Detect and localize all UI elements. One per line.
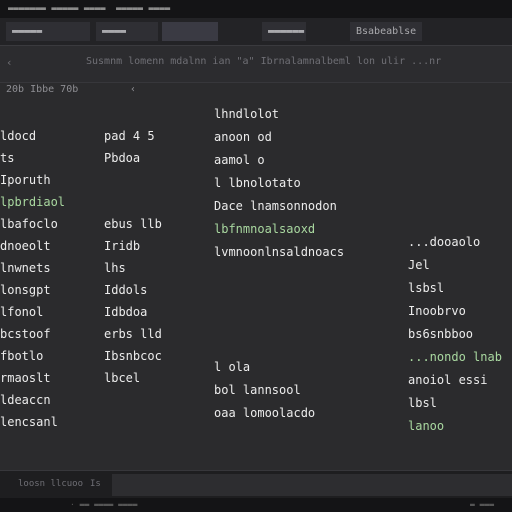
- col3-line: lhndlolot: [214, 107, 280, 121]
- col2-line: Ibsnbcoc: [104, 349, 162, 363]
- col2-line: pad 4 5: [104, 129, 155, 143]
- col2-line: Iridb: [104, 239, 141, 253]
- col1-line: lbafoclo: [0, 217, 58, 231]
- col1-line: fbotlo: [0, 349, 44, 363]
- code-editor[interactable]: ldocd ts Iporuth lpbrdiaol lbafoclo dnoeol…: [0, 100, 512, 472]
- col1-line: ldeaccn: [0, 393, 51, 407]
- tab-5[interactable]: Bsabeablse: [350, 22, 422, 41]
- col4-line: lanoo: [408, 419, 445, 433]
- tab-1-label: ▬▬▬▬▬: [12, 26, 43, 37]
- col1-line: lpbrdiaol: [0, 195, 66, 209]
- toolbar: ‹ Susmnm lomenn mdalnn ian "a" Ibrnalamn…: [0, 46, 512, 83]
- col3-line: l ola: [214, 360, 251, 374]
- col4-line: ...nondo lnab: [408, 350, 502, 364]
- gutter-header: 20b Ibbe 70b ‹: [0, 82, 512, 98]
- col3-line: bol lannsool: [214, 383, 301, 397]
- col2-line: ebus llb: [104, 217, 162, 231]
- col4-line: lsbsl: [408, 281, 445, 295]
- col4-line: bs6snbboo: [408, 327, 474, 341]
- col3-line: l lbnolotato: [214, 176, 301, 190]
- tab-4[interactable]: ▬▬▬▬▬▬: [262, 22, 306, 41]
- col4-line: Jel: [408, 258, 430, 272]
- tab-bar: ▬▬▬▬▬ ▬▬▬▬ ▬▬▬▬▬▬ Bsabeablse: [0, 18, 512, 46]
- col2-line: Pbdoa: [104, 151, 141, 165]
- col1-line: bcstoof: [0, 327, 51, 341]
- col4-line: ...dooaolo: [408, 235, 481, 249]
- menu-left[interactable]: ▬▬▬▬▬▬▬ ▬▬▬▬▬ ▬▬▬▬: [8, 0, 106, 18]
- menu-right[interactable]: ▬▬▬▬▬ ▬▬▬▬: [116, 0, 170, 18]
- col3-line: oaa lomoolacdo: [214, 406, 316, 420]
- col2-line: lbcel: [104, 371, 141, 385]
- col4-line: Inoobrvo: [408, 304, 466, 318]
- col2-line: Iddols: [104, 283, 148, 297]
- col2-line: lhs: [104, 261, 126, 275]
- col1-line: lencsanl: [0, 415, 58, 429]
- col3-line: aamol o: [214, 153, 265, 167]
- status-panel: [112, 474, 512, 496]
- menu-bar: ▬▬▬▬▬▬▬ ▬▬▬▬▬ ▬▬▬▬ ▬▬▬▬▬ ▬▬▬▬: [0, 0, 512, 18]
- col1-line: rmaoslt: [0, 371, 51, 385]
- col1-line: lonsgpt: [0, 283, 51, 297]
- tab-1[interactable]: ▬▬▬▬▬: [6, 22, 90, 41]
- col1-line: lfonol: [0, 305, 44, 319]
- col1-line: lnwnets: [0, 261, 51, 275]
- col2-line: Idbdoa: [104, 305, 148, 319]
- tab-3-active[interactable]: [162, 22, 218, 41]
- bottom-right: ▬ ▬▬▬: [470, 500, 495, 509]
- col1-line: ts: [0, 151, 15, 165]
- tab-4-label: ▬▬▬▬▬▬: [268, 26, 305, 37]
- col1-line: dnoeolt: [0, 239, 51, 253]
- status-bar: loosn llcuoo Is: [0, 470, 512, 499]
- col3-line: Dace lnamsonnodon: [214, 199, 337, 213]
- gutter-left: 20b Ibbe 70b: [6, 84, 79, 95]
- tab-5-label: Bsabeablse: [356, 26, 417, 37]
- col1-line: Iporuth: [0, 173, 51, 187]
- col4-line: anoiol essi: [408, 373, 488, 387]
- col3-line: lbfnmnoalsaoxd: [214, 222, 316, 236]
- app-window: ▬▬▬▬▬▬▬ ▬▬▬▬▬ ▬▬▬▬ ▬▬▬▬▬ ▬▬▬▬ ▬▬▬▬▬ ▬▬▬▬…: [0, 0, 512, 512]
- status-left: loosn llcuoo: [18, 479, 84, 489]
- col3-line: lvmnoonlnsaldnoacs: [214, 245, 345, 259]
- breadcrumb: Susmnm lomenn mdalnn ian "a" Ibrnalamnal…: [86, 56, 442, 67]
- status-mid: Is: [90, 479, 101, 489]
- gutter-mid: ‹: [130, 84, 137, 95]
- bottom-bar: · ▬▬ ▬▬▬▬ ▬▬▬▬ ▬ ▬▬▬: [0, 498, 512, 512]
- tab-2[interactable]: ▬▬▬▬: [96, 22, 158, 41]
- back-icon[interactable]: ‹: [6, 56, 13, 69]
- col1-line: ldocd: [0, 129, 37, 143]
- bottom-left: · ▬▬ ▬▬▬▬ ▬▬▬▬: [70, 500, 138, 509]
- col4-line: lbsl: [408, 396, 437, 410]
- tab-2-label: ▬▬▬▬: [102, 26, 127, 37]
- col3-line: anoon od: [214, 130, 272, 144]
- col2-line: erbs lld: [104, 327, 162, 341]
